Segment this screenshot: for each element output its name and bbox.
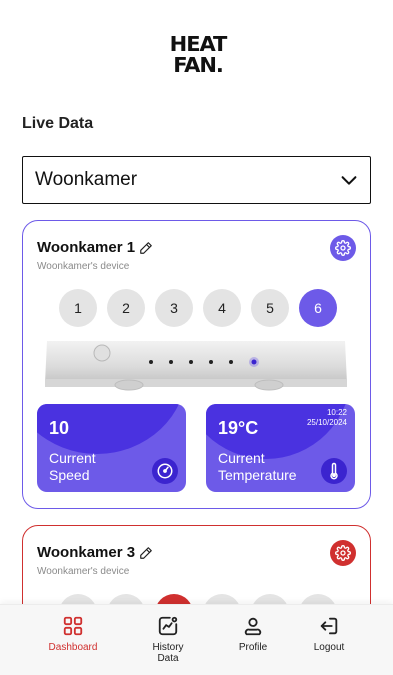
current-temperature-value: 19°C [218, 418, 259, 438]
logo-line-2: FAN. [173, 53, 224, 77]
nav-dashboard[interactable]: Dashboard [38, 615, 108, 653]
nav-history-data[interactable]: History Data [133, 615, 203, 664]
device-subtitle: Woonkamer's device [37, 261, 130, 272]
bottom-navigation: Dashboard History Data Profile Logout [0, 604, 393, 675]
speed-button-6[interactable]: 6 [299, 289, 337, 327]
nav-history-label: History Data [133, 642, 203, 664]
device-name: Woonkamer 1 [37, 239, 153, 256]
reading-time: 10:22 [326, 408, 347, 417]
current-temperature-label-line2: Temperature [218, 467, 297, 483]
current-temperature-tile: 10:22 25/10/2024 19°C Current Temperatur… [206, 404, 355, 492]
nav-history-label-line1: History [152, 642, 184, 653]
section-title: Live Data [22, 115, 94, 132]
speed-button-5[interactable]: 5 [251, 289, 289, 327]
device-name: Woonkamer 3 [37, 544, 153, 561]
heatfan-device-image [45, 341, 347, 391]
current-speed-label: Current Speed [49, 450, 96, 484]
room-select-value: Woonkamer [35, 169, 138, 190]
current-temperature-label-line1: Current [218, 450, 265, 466]
room-select[interactable]: Woonkamer [22, 156, 371, 204]
speed-button-4[interactable]: 4 [203, 289, 241, 327]
thermometer-icon [330, 462, 338, 480]
nav-logout[interactable]: Logout [294, 615, 364, 653]
nav-logout-label: Logout [313, 642, 345, 653]
reading-timestamp: 10:22 25/10/2024 [307, 408, 347, 428]
speed-button-1[interactable]: 1 [59, 289, 97, 327]
device-name-text: Woonkamer 3 [37, 544, 136, 561]
chart-icon [158, 616, 178, 636]
logo-line-1: HEAT [169, 32, 228, 56]
current-speed-value: 10 [49, 418, 70, 438]
current-speed-label-line1: Current [49, 450, 96, 466]
logout-icon [320, 617, 338, 635]
user-icon [244, 617, 262, 636]
current-speed-tile: 10 Current Speed [37, 404, 186, 492]
chevron-down-icon [341, 176, 357, 185]
nav-dashboard-label: Dashboard [48, 642, 98, 653]
speed-selector: 1 2 3 4 5 6 [59, 289, 337, 327]
current-speed-label-line2: Speed [49, 467, 90, 483]
gauge-icon-badge [152, 458, 178, 484]
device-settings-button[interactable] [330, 540, 356, 566]
reading-date: 25/10/2024 [306, 418, 347, 427]
edit-icon[interactable] [139, 546, 153, 560]
device-subtitle: Woonkamer's device [37, 566, 130, 577]
gauge-icon [157, 463, 173, 479]
nav-profile-label: Profile [238, 642, 268, 653]
thermometer-icon-badge [321, 458, 347, 484]
device-name-text: Woonkamer 1 [37, 239, 136, 256]
nav-history-label-line2: Data [157, 653, 179, 664]
nav-profile[interactable]: Profile [218, 615, 288, 653]
edit-icon[interactable] [139, 241, 153, 255]
dashboard-grid-icon [63, 616, 83, 636]
heatfan-logo: HEAT FAN. [163, 34, 233, 80]
speed-button-2[interactable]: 2 [107, 289, 145, 327]
gear-icon [335, 545, 351, 561]
device-card-woonkamer-1: Woonkamer 1 Woonkamer's device 1 2 3 4 5… [22, 220, 371, 509]
current-temperature-label: Current Temperature [218, 450, 297, 484]
speed-button-3[interactable]: 3 [155, 289, 193, 327]
device-settings-button[interactable] [330, 235, 356, 261]
gear-icon [335, 240, 351, 256]
